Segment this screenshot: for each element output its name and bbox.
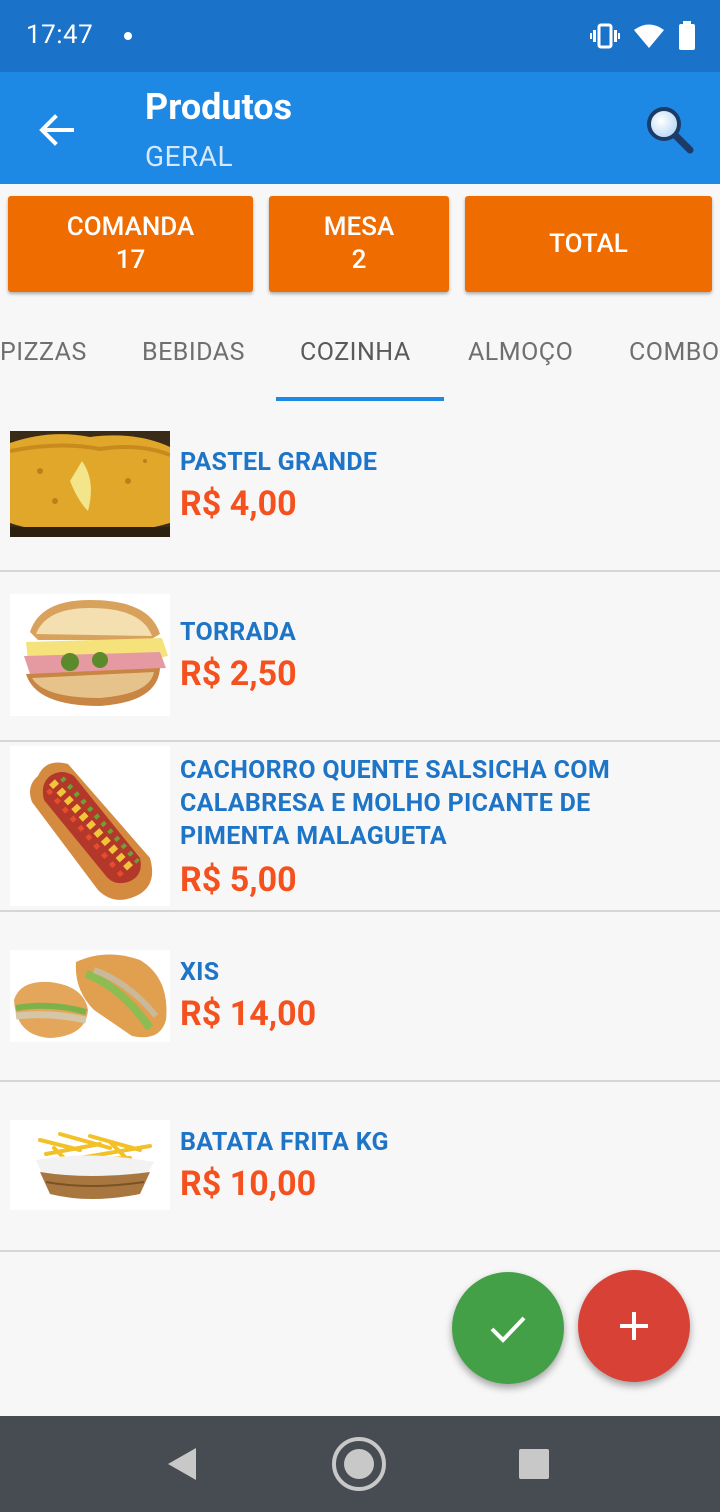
product-name: PASTEL GRANDE: [180, 448, 378, 477]
mesa-label: MESA: [323, 212, 395, 242]
product-name: BATATA FRITA KG: [180, 1128, 389, 1157]
product-list: PASTEL GRANDE R$ 4,00 TORRADA R$ 2,50 CA…: [0, 402, 720, 1252]
product-image-batata-frita: [10, 1120, 170, 1210]
list-item[interactable]: CACHORRO QUENTE SALSICHA COM CALABRESA E…: [0, 742, 720, 912]
check-icon: [490, 1316, 526, 1343]
tab-combo[interactable]: COMBO: [629, 338, 720, 367]
list-item[interactable]: BATATA FRITA KG R$ 10,00: [0, 1082, 720, 1252]
mesa-value: 2: [351, 245, 367, 275]
circle-home-icon[interactable]: [330, 1435, 388, 1493]
status-bar: 17:47: [0, 0, 720, 72]
list-item[interactable]: XIS R$ 14,00: [0, 912, 720, 1082]
vibrate-icon: [590, 23, 620, 49]
tab-cozinha[interactable]: COZINHA: [300, 338, 411, 367]
total-button[interactable]: TOTAL: [465, 196, 712, 292]
product-price: R$ 14,00: [180, 994, 317, 1034]
tab-pizzas[interactable]: PIZZAS: [0, 338, 87, 367]
active-tab-indicator: [276, 397, 444, 401]
category-tabs: PIZZAS BEBIDAS COZINHA ALMOÇO COMBO: [0, 304, 720, 402]
wifi-icon: [634, 24, 664, 48]
comanda-value: 17: [115, 245, 146, 275]
page-title: Produtos: [145, 86, 293, 128]
add-fab[interactable]: [578, 1270, 690, 1382]
magnifier-icon: [647, 107, 694, 154]
arrow-left-icon: [39, 114, 74, 146]
tab-bebidas[interactable]: BEBIDAS: [142, 338, 245, 367]
product-price: R$ 10,00: [180, 1164, 317, 1204]
confirm-fab[interactable]: [452, 1272, 564, 1384]
plus-icon: [620, 1312, 648, 1340]
product-image-xis: [10, 950, 170, 1042]
comanda-button[interactable]: COMANDA 17: [8, 196, 253, 292]
product-name: XIS: [180, 958, 220, 987]
product-price: R$ 4,00: [180, 484, 297, 524]
order-summary: COMANDA 17 MESA 2 TOTAL: [0, 184, 720, 304]
square-recents-icon[interactable]: [518, 1448, 550, 1480]
status-icons: [590, 20, 696, 52]
comanda-label: COMANDA: [66, 212, 195, 242]
list-item[interactable]: TORRADA R$ 2,50: [0, 572, 720, 742]
app-bar: Produtos GERAL: [0, 72, 720, 184]
triangle-back-icon[interactable]: [164, 1446, 200, 1482]
search-button[interactable]: [642, 102, 698, 158]
product-image-torrada: [10, 594, 170, 716]
status-time: 17:47: [26, 20, 94, 50]
product-image-cachorro-quente: [10, 746, 170, 906]
total-label: TOTAL: [549, 228, 628, 259]
tab-almoco[interactable]: ALMOÇO: [468, 338, 573, 367]
product-name: TORRADA: [180, 618, 297, 647]
list-item[interactable]: PASTEL GRANDE R$ 4,00: [0, 402, 720, 572]
product-price: R$ 2,50: [180, 654, 297, 694]
battery-icon: [679, 21, 695, 50]
mesa-button[interactable]: MESA 2: [269, 196, 449, 292]
back-button[interactable]: [30, 104, 82, 156]
product-price: R$ 5,00: [180, 860, 297, 900]
product-name: CACHORRO QUENTE SALSICHA COM CALABRESA E…: [180, 756, 611, 851]
page-subtitle: GERAL: [145, 140, 234, 173]
product-image-pastel: [10, 431, 170, 537]
navigation-bar: [0, 1416, 720, 1512]
notification-dot-icon: [124, 32, 132, 40]
